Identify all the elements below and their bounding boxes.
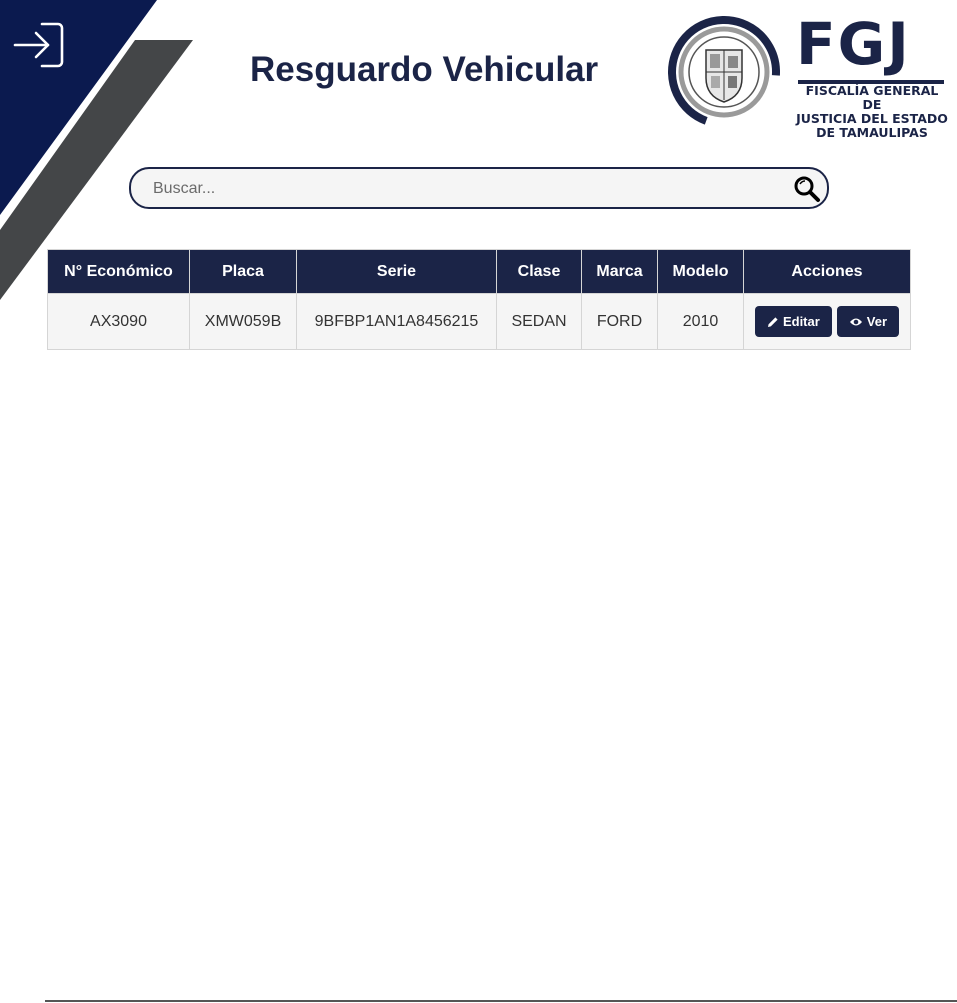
search-button[interactable]: [793, 175, 821, 203]
cell-marca: FORD: [581, 293, 658, 350]
cell-modelo: 2010: [657, 293, 744, 350]
logo-acronym: FGJ: [796, 10, 911, 78]
pencil-icon: [767, 316, 778, 327]
edit-button-label: Editar: [782, 314, 820, 329]
logo-subtitle-line: FISCALÍA GENERAL DE: [805, 83, 939, 112]
login-icon: [13, 22, 64, 68]
search-input[interactable]: [151, 169, 775, 209]
table-row: AX3090 XMW059B 9BFBP1AN1A8456215 SEDAN F…: [47, 293, 911, 350]
logo-subtitle-line: DE TAMAULIPAS: [816, 125, 928, 140]
fgj-logo: FGJ FISCALÍA GENERAL DE JUSTICIA DEL EST…: [668, 10, 950, 140]
view-button[interactable]: Ver: [836, 306, 900, 337]
bottom-divider: [45, 1000, 957, 1002]
column-header-serie[interactable]: Serie: [296, 249, 497, 294]
column-header-clase[interactable]: Clase: [496, 249, 582, 294]
cell-acciones: Editar Ver: [743, 293, 911, 350]
column-header-numero-economico[interactable]: N° Económico: [47, 249, 190, 294]
magnifier-icon: [794, 176, 820, 202]
cell-serie: 9BFBP1AN1A8456215: [296, 293, 497, 350]
page-title: Resguardo Vehicular: [250, 50, 599, 89]
logo-subtitle: FISCALÍA GENERAL DE JUSTICIA DEL ESTADO …: [796, 84, 948, 140]
cell-clase: SEDAN: [496, 293, 582, 350]
cell-placa: XMW059B: [189, 293, 297, 350]
eye-icon: [849, 318, 862, 325]
column-header-acciones: Acciones: [743, 249, 911, 294]
login-button[interactable]: [12, 20, 68, 76]
cell-numero-economico: AX3090: [47, 293, 190, 350]
column-header-marca[interactable]: Marca: [581, 249, 658, 294]
search-bar: [129, 167, 829, 209]
column-header-placa[interactable]: Placa: [189, 249, 297, 294]
logo-subtitle-line: JUSTICIA DEL ESTADO: [796, 111, 948, 126]
table-header-row: N° Económico Placa Serie Clase Marca Mod…: [47, 249, 911, 294]
vehicle-table: N° Económico Placa Serie Clase Marca Mod…: [47, 249, 911, 350]
edit-button[interactable]: Editar: [754, 306, 832, 337]
column-header-modelo[interactable]: Modelo: [657, 249, 744, 294]
view-button-label: Ver: [866, 314, 888, 329]
state-seal-icon: [668, 16, 780, 128]
